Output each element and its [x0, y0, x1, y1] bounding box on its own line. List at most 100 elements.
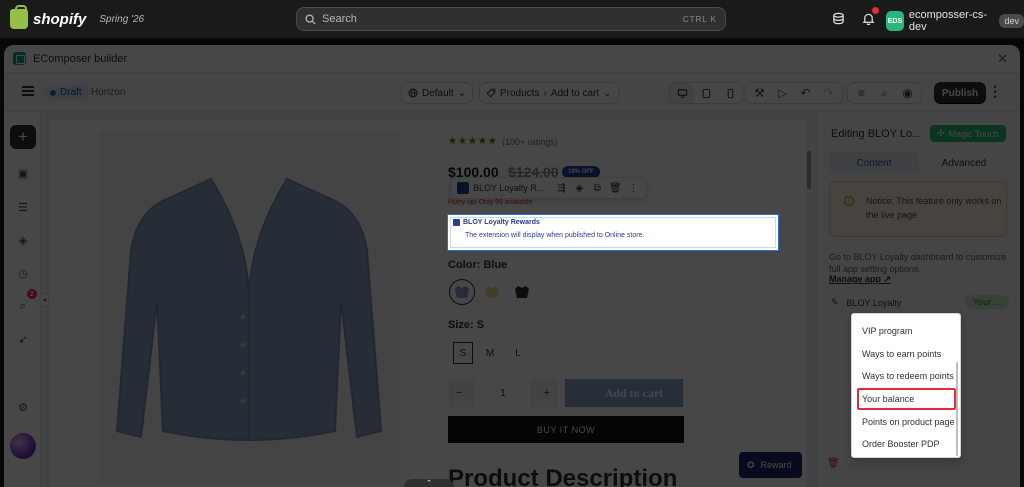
rating-stars: ★★★★★	[448, 136, 498, 147]
chevron-right-icon: ›	[543, 87, 547, 99]
cube-icon[interactable]: ▣	[15, 165, 31, 181]
edition-label: Spring '26	[99, 13, 145, 25]
bloy-setting-label: BLOY Loyalty	[846, 297, 902, 308]
bloy-setting-select[interactable]: Your ...	[965, 295, 1010, 309]
dropdown-option[interactable]: Ways to earn points	[862, 349, 941, 359]
size-option[interactable]: L	[508, 342, 528, 364]
bloy-element-icon	[457, 182, 469, 194]
product-image[interactable]	[99, 131, 399, 483]
swatch-black[interactable]	[509, 279, 535, 305]
ai-assistant-orb[interactable]	[10, 433, 36, 459]
element-toolbar: BLOY Loyalty R... ⇶ ◈ ⧉ 🗑 ⋮	[450, 177, 648, 199]
bloy-setting-row: ✎ BLOY Loyalty	[831, 297, 901, 308]
magic-touch-button[interactable]: ✣ Magic Touch	[930, 125, 1006, 142]
publish-button[interactable]: Publish	[934, 82, 987, 104]
ecomposer-logo-icon	[13, 52, 26, 65]
desktop-icon[interactable]	[670, 83, 694, 103]
magic-touch-label: Magic Touch	[948, 128, 999, 139]
bell-icon[interactable]	[860, 7, 879, 26]
size-option[interactable]: M	[480, 342, 500, 364]
notice-text: Notice: This feature only works on the l…	[866, 196, 1002, 220]
align-icon[interactable]: ⇶	[554, 181, 568, 195]
search-page-icon[interactable]: ⌕	[873, 83, 896, 103]
bloy-loyalty-block[interactable]: BLOY Loyalty Rewards The extension will …	[447, 214, 779, 251]
swatch-yellow[interactable]	[479, 279, 505, 305]
cardigan-image	[115, 177, 383, 441]
page-search-icon[interactable]: ⌕	[15, 298, 31, 314]
tag-icon	[486, 88, 496, 98]
add-to-cart-button[interactable]: 🛒 Add to cart	[565, 379, 683, 407]
menu-icon[interactable]	[22, 86, 34, 96]
stack-icon[interactable]: ◈	[15, 232, 31, 248]
tablet-icon[interactable]	[694, 83, 718, 103]
database-icon[interactable]	[830, 10, 846, 26]
canvas-scroll-thumb[interactable]	[807, 151, 811, 189]
yellow-cardigan-swatch-icon	[485, 286, 499, 298]
view-tools: ≡ ⌕ ◉	[847, 82, 922, 104]
shopify-logo[interactable]: shopify Spring '26	[10, 5, 145, 29]
sparkle-icon: ✣	[937, 128, 945, 138]
status-label: Draft	[60, 87, 82, 98]
store-switcher[interactable]: EDS ecomposser-cs-dev dev	[886, 9, 1024, 33]
dropdown-option[interactable]: Order Booster PDP	[862, 439, 940, 449]
panel-title: Editing BLOY Lo...	[831, 128, 922, 140]
swatch-blue[interactable]	[449, 279, 475, 305]
increase-button[interactable]: +	[544, 387, 550, 399]
preview-play-icon[interactable]: ▷	[771, 83, 794, 103]
bloy-block-description: The extension will display when publishe…	[465, 232, 645, 239]
gear-icon[interactable]: ⚙	[15, 399, 31, 415]
bloy-widget-dropdown: VIP program Ways to earn points Ways to …	[851, 313, 961, 458]
layers-icon[interactable]: ◈	[572, 181, 586, 195]
notice-banner: ! Notice: This feature only works on the…	[829, 181, 1007, 237]
tab-content[interactable]: Content	[829, 152, 919, 174]
add-element-button[interactable]: +	[10, 125, 36, 149]
history-icon[interactable]: ◷	[15, 265, 31, 281]
rocket-icon[interactable]: ➶	[15, 331, 31, 347]
dropdown-scrollbar[interactable]	[956, 362, 958, 456]
close-icon[interactable]: ✕	[997, 51, 1008, 67]
manage-app-link[interactable]: Manage app ↗	[829, 274, 891, 285]
search-input[interactable]: Search CTRL K	[296, 7, 726, 31]
cart-icon: 🛒	[584, 385, 600, 400]
settings-sliders-icon[interactable]: ≡	[850, 83, 873, 103]
quantity-stepper: − 1 +	[449, 379, 557, 407]
more-options-icon[interactable]: ⋮	[988, 84, 1002, 98]
layers-icon[interactable]: ☰	[15, 199, 31, 215]
stock-warning: Hurry up! Only 99 available	[448, 199, 533, 206]
left-sidebar: + ▣ ☰ ◈ ◷ ⌕ 2 ➶ ⚙	[4, 113, 41, 487]
highlighted-region: BLOY Loyalty Rewards The extension will …	[447, 214, 779, 251]
black-cardigan-swatch-icon	[515, 286, 529, 298]
duplicate-icon[interactable]: ⧉	[590, 181, 604, 195]
delete-icon[interactable]: 🗑	[827, 458, 840, 469]
canvas-expand-handle[interactable]: ⌃	[404, 479, 454, 487]
magic-wand-icon[interactable]: ⚒	[748, 83, 771, 103]
reward-button[interactable]: ✪ Reward	[739, 452, 802, 478]
dropdown-option[interactable]: Ways to redeem points	[862, 371, 954, 381]
redo-icon[interactable]: ↷	[817, 83, 840, 103]
delete-icon[interactable]: 🗑	[608, 181, 622, 195]
dropdown-option[interactable]: Points on product page	[862, 417, 955, 427]
eye-icon[interactable]: ◉	[896, 83, 919, 103]
page-canvas: ★★★★★ (100+ ratings) $100.00 $124.00 19%…	[50, 121, 812, 487]
size-option[interactable]: S	[453, 342, 473, 364]
dashboard-hint: Go to BLOY Loyalty dashboard to customiz…	[829, 252, 1007, 274]
page-breadcrumb[interactable]: Products › Add to cart ⌄	[479, 82, 619, 104]
buy-now-button[interactable]: BUY IT NOW	[448, 416, 684, 443]
dropdown-option[interactable]: VIP program	[862, 326, 912, 336]
device-switcher	[669, 82, 743, 104]
store-name: ecomposser-cs-dev	[908, 9, 988, 33]
more-icon[interactable]: ⋮	[626, 181, 640, 195]
editor-tools: ⚒ ▷ ↶ ↷	[745, 82, 843, 104]
app-title: EComposer builder	[33, 52, 128, 65]
store-dev-badge: dev	[999, 14, 1024, 28]
collapse-sidebar-icon[interactable]: ◂	[41, 293, 49, 307]
tab-advanced[interactable]: Advanced	[919, 152, 1009, 174]
view-select[interactable]: Default ⌄	[401, 82, 474, 104]
undo-icon[interactable]: ↶	[794, 83, 817, 103]
mobile-icon[interactable]	[718, 83, 742, 103]
quantity-value[interactable]: 1	[475, 379, 531, 407]
pencil-icon: ✎	[831, 297, 839, 307]
dropdown-option-selected[interactable]: Your balance	[862, 394, 914, 404]
decrease-button[interactable]: −	[456, 387, 462, 399]
selected-element-name[interactable]: BLOY Loyalty R...	[473, 183, 544, 193]
